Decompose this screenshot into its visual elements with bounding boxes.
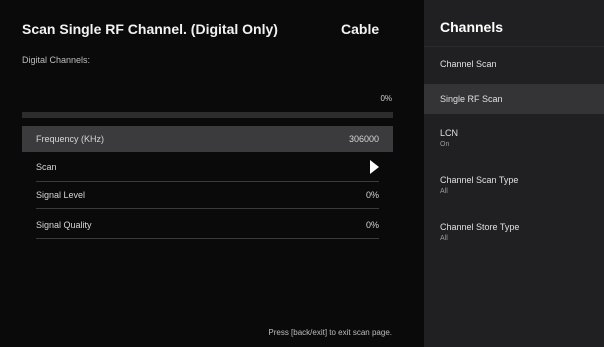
scan-row[interactable]: Scan (22, 155, 393, 179)
signal-level-label: Signal Level (36, 190, 86, 200)
sidebar-item-value: On (440, 141, 450, 148)
scan-label: Scan (36, 162, 57, 172)
sidebar-item-label: LCN (440, 128, 459, 138)
frequency-label: Frequency (KHz) (36, 134, 105, 144)
sidebar-item-label: Channel Store Type (440, 222, 520, 232)
sidebar-item-label: Single RF Scan (440, 94, 503, 104)
sidebar-item-lcn[interactable]: LCN On (424, 128, 604, 148)
digital-channels-label: Digital Channels: (22, 55, 91, 65)
sidebar-item-channel-scan[interactable]: Channel Scan (424, 59, 604, 69)
row-divider (36, 238, 379, 239)
scan-panel: Scan Single RF Channel. (Digital Only) C… (0, 0, 424, 347)
sidebar-item-label: Channel Scan (440, 59, 497, 69)
sidebar-item-channel-scan-type[interactable]: Channel Scan Type All (424, 175, 604, 195)
signal-quality-row: Signal Quality 0% (22, 213, 393, 237)
frequency-value: 306000 (348, 134, 379, 144)
play-icon[interactable] (370, 160, 379, 174)
frequency-row[interactable]: Frequency (KHz) 306000 (22, 126, 393, 152)
signal-level-value: 0% (365, 190, 379, 200)
source-label: Cable (341, 21, 380, 37)
sidebar-item-value: All (440, 188, 448, 195)
sidebar-divider (424, 46, 604, 47)
scan-progress-percent: 0% (380, 94, 392, 103)
signal-quality-label: Signal Quality (36, 220, 92, 230)
signal-level-row: Signal Level 0% (22, 183, 393, 207)
signal-quality-value: 0% (365, 220, 379, 230)
scan-progress-bar (22, 112, 393, 118)
sidebar-title: Channels (440, 19, 504, 35)
row-divider (36, 208, 379, 209)
row-divider (36, 181, 379, 182)
sidebar-item-channel-store-type[interactable]: Channel Store Type All (424, 222, 604, 242)
sidebar-item-label: Channel Scan Type (440, 175, 519, 185)
page-title: Scan Single RF Channel. (Digital Only) (22, 21, 278, 37)
channels-sidebar: Channels Channel Scan Single RF Scan LCN… (424, 0, 604, 347)
exit-hint: Press [back/exit] to exit scan page. (268, 328, 392, 337)
sidebar-item-single-rf-scan[interactable]: Single RF Scan (424, 84, 604, 114)
sidebar-item-value: All (440, 235, 448, 242)
